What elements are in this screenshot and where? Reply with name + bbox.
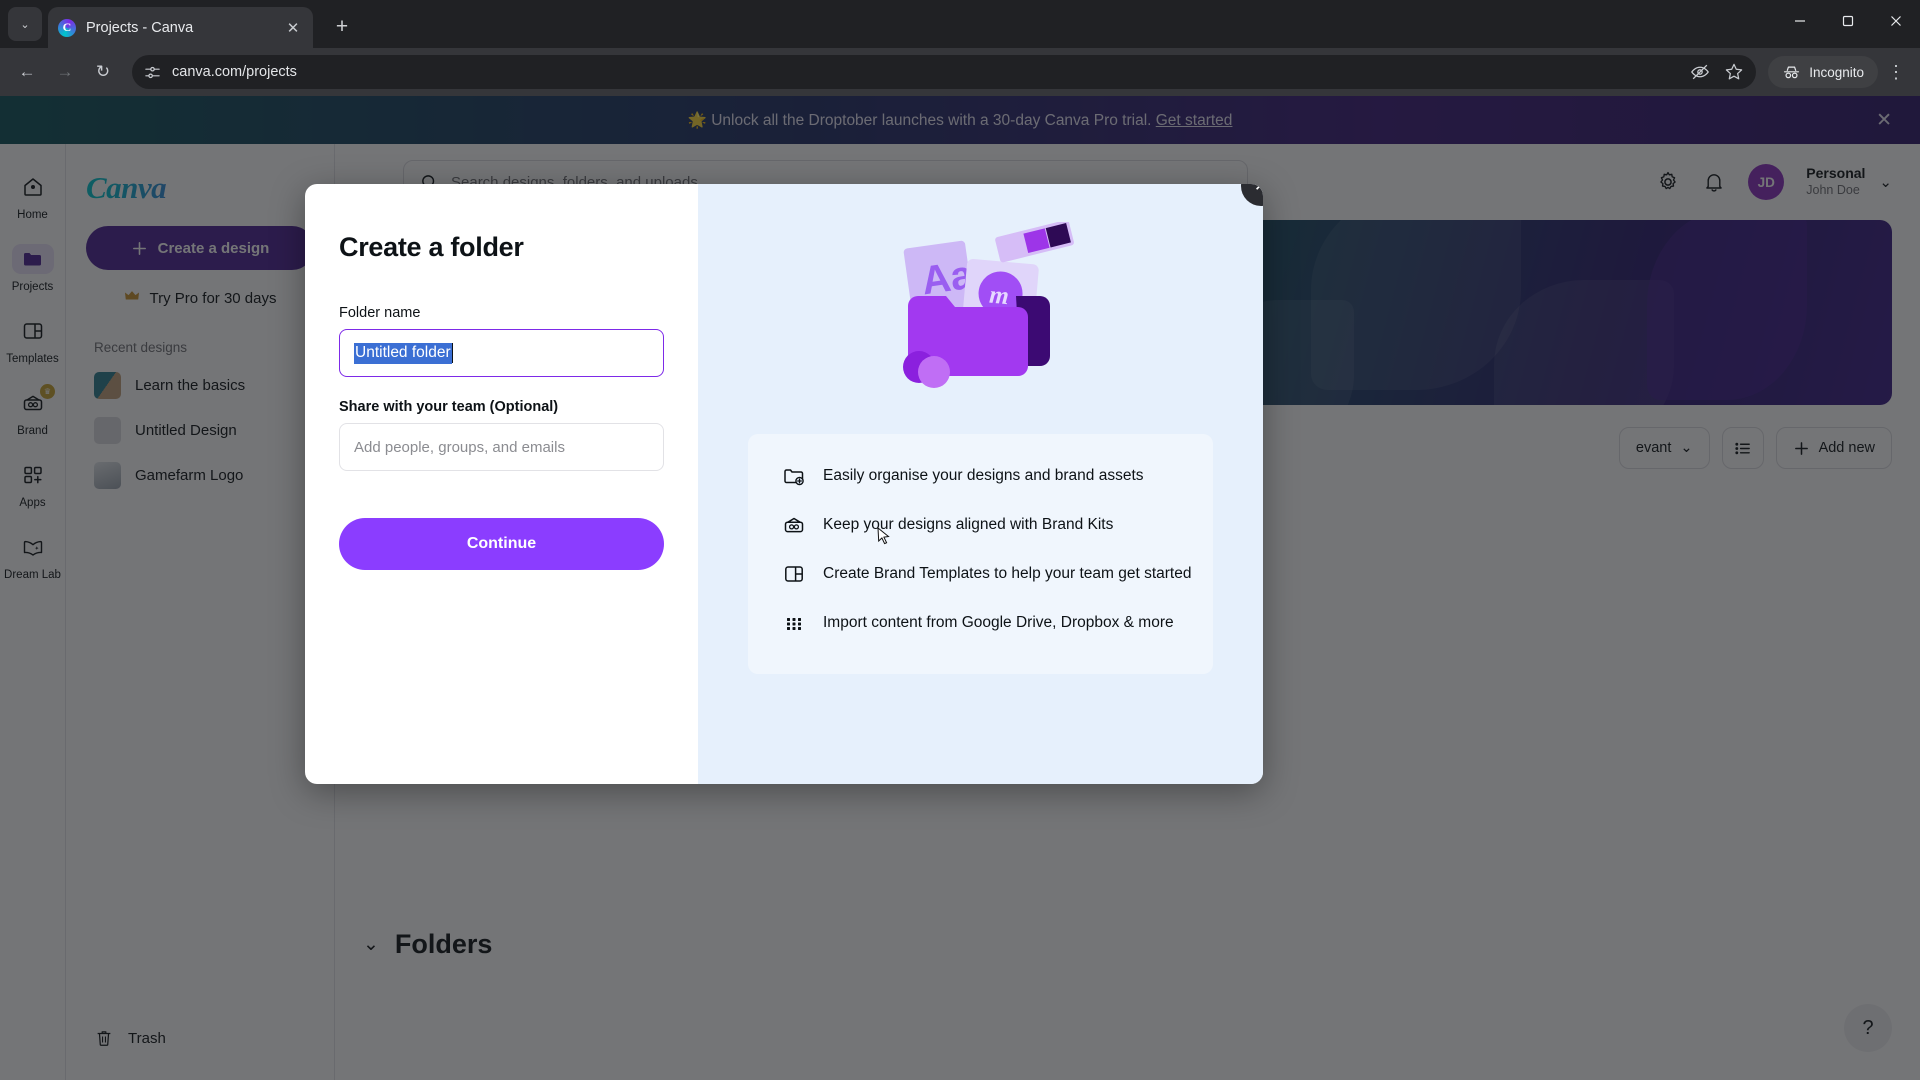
- window-close-icon[interactable]: [1872, 0, 1920, 42]
- canva-app: 🌟 Unlock all the Droptober launches with…: [0, 96, 1920, 1080]
- feature-text: Create Brand Templates to help your team…: [823, 565, 1192, 582]
- modal-title: Create a folder: [339, 232, 524, 262]
- text-caret: [451, 343, 454, 363]
- share-label: Share with your team (Optional): [339, 399, 559, 415]
- feature-list: Easily organise your designs and brand a…: [782, 464, 1191, 635]
- folder-illustration: Aa m: [886, 220, 1076, 397]
- mouse-cursor: [877, 527, 890, 545]
- site-settings-icon[interactable]: [144, 64, 161, 81]
- share-input[interactable]: Add people, groups, and emails: [339, 423, 664, 471]
- back-icon[interactable]: ←: [10, 55, 44, 89]
- feature-text: Keep your designs aligned with Brand Kit…: [823, 516, 1114, 533]
- folder-name-input[interactable]: Untitled folder: [339, 329, 664, 377]
- minimize-icon[interactable]: [1776, 0, 1824, 42]
- modal-info-panel: Aa m Easily organise your designs and br…: [698, 184, 1263, 784]
- forward-icon[interactable]: →: [48, 55, 82, 89]
- folder-name-value: Untitled folder: [354, 342, 452, 364]
- browser-toolbar: ← → ↻ canva.com/projects Incognito ⋮: [0, 48, 1920, 96]
- svg-text:m: m: [988, 282, 1010, 311]
- continue-button[interactable]: Continue: [339, 518, 664, 570]
- modal-close-button[interactable]: ✕: [1241, 184, 1263, 206]
- feature-item: Easily organise your designs and brand a…: [782, 464, 1191, 488]
- window-controls: [1776, 0, 1920, 42]
- folder-plus-icon: [784, 469, 804, 486]
- close-icon[interactable]: ✕: [283, 19, 303, 37]
- brand-kit-icon: [784, 517, 804, 533]
- feature-text: Easily organise your designs and brand a…: [823, 467, 1144, 484]
- feature-item: Keep your designs aligned with Brand Kit…: [782, 513, 1191, 537]
- brand-template-icon: [785, 566, 803, 582]
- url-text: canva.com/projects: [172, 64, 297, 80]
- create-folder-modal: Create a folder Folder name Untitled fol…: [305, 184, 1263, 784]
- browser-menu-icon[interactable]: ⋮: [1882, 63, 1910, 81]
- browser-tab[interactable]: C Projects - Canva ✕: [48, 7, 313, 48]
- bookmark-star-icon[interactable]: [1724, 62, 1744, 82]
- canva-favicon-icon: C: [58, 18, 76, 37]
- address-bar[interactable]: canva.com/projects: [132, 55, 1757, 89]
- maximize-icon[interactable]: [1824, 0, 1872, 42]
- feature-text: Import content from Google Drive, Dropbo…: [823, 614, 1174, 631]
- tab-title: Projects - Canva: [86, 19, 194, 36]
- incognito-icon: [1784, 66, 1800, 78]
- feature-item: Create Brand Templates to help your team…: [782, 562, 1191, 586]
- tab-strip: ⌄ C Projects - Canva ✕ +: [0, 0, 1920, 48]
- feature-item: Import content from Google Drive, Dropbo…: [782, 611, 1191, 635]
- tab-search-button[interactable]: ⌄: [8, 7, 42, 41]
- grid-apps-icon: [787, 618, 801, 630]
- folder-name-label: Folder name: [339, 305, 421, 321]
- share-placeholder: Add people, groups, and emails: [354, 438, 565, 456]
- tracking-protection-icon[interactable]: [1690, 62, 1710, 82]
- reload-icon[interactable]: ↻: [86, 55, 120, 89]
- incognito-label: Incognito: [1809, 64, 1864, 80]
- new-tab-button[interactable]: +: [327, 12, 357, 42]
- modal-form-panel: Create a folder Folder name Untitled fol…: [305, 184, 698, 784]
- incognito-indicator[interactable]: Incognito: [1768, 56, 1878, 88]
- browser-window: ⌄ C Projects - Canva ✕ + ← → ↻ canva.com…: [0, 0, 1920, 1080]
